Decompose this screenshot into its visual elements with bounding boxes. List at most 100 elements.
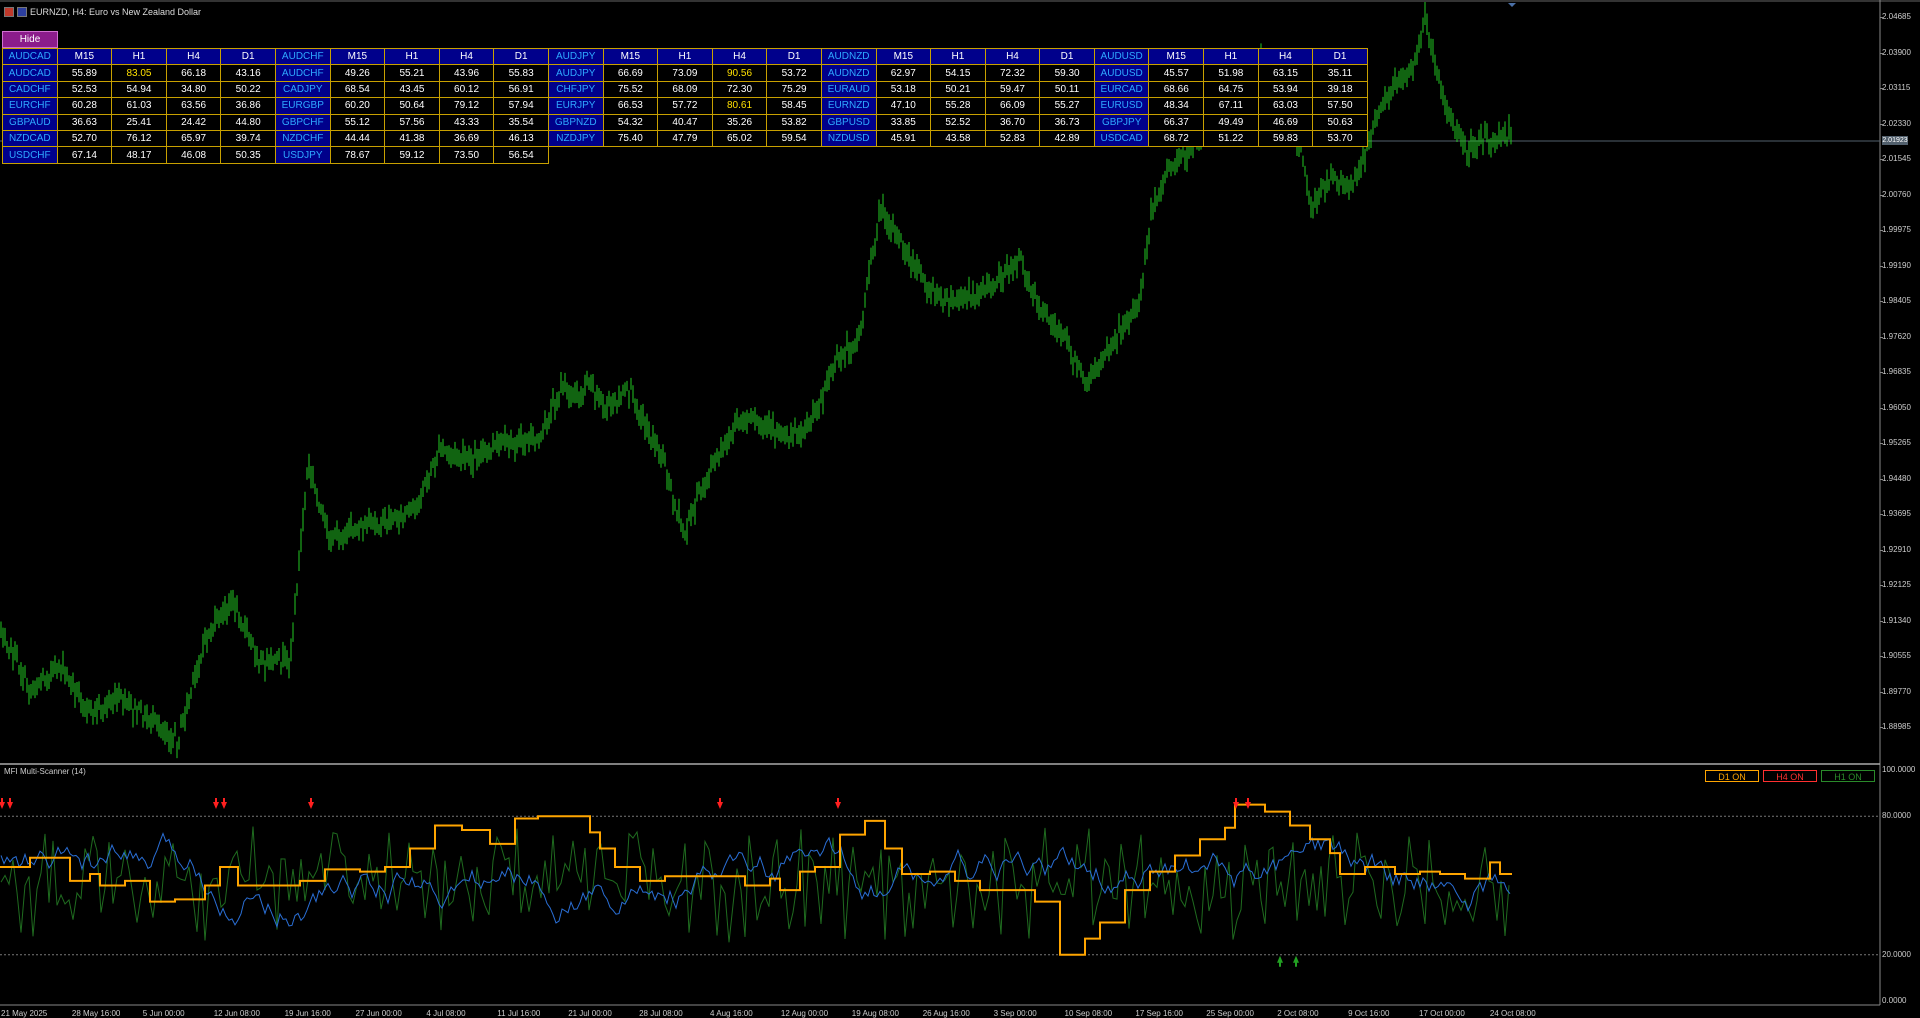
- scanner-value-cell: 67.14: [56, 146, 113, 164]
- scanner-value-cell: 55.28: [930, 97, 986, 115]
- scanner-row: USDCHF 67.14 48.17 46.08 50.35 USDJPY 78.67 59.…: [2, 146, 1368, 164]
- scanner-value-cell: 24.42: [165, 113, 222, 131]
- scanner-timeframe-header: D1: [493, 47, 549, 66]
- scanner-timeframe-header: H4: [1257, 47, 1314, 66]
- sell-signal-arrow: [213, 797, 219, 809]
- scanner-value-cell: 35.11: [1312, 64, 1368, 82]
- scanner-value-cell: 50.11: [1039, 80, 1095, 99]
- scanner-value-cell: 56.54: [493, 146, 549, 164]
- scanner-value-cell: 49.49: [1203, 113, 1259, 131]
- indicator-tick-label: 0.0000: [1882, 996, 1907, 1005]
- mfi-scanner-table: AUDCAD M15 H1 H4 D1 AUDCHF M15 H1 H4 D1 AUDJPY M15 H…: [2, 47, 1368, 164]
- price-tick-label: 1.97620: [1882, 331, 1911, 341]
- sell-signal-arrow: [308, 797, 314, 809]
- price-tick-label: 2.04685: [1882, 12, 1911, 21]
- scanner-pair-cell: NZDCAD: [2, 129, 58, 148]
- chart-shift-marker: [1508, 3, 1516, 7]
- scanner-value-cell: 75.52: [602, 80, 659, 99]
- scanner-value-cell: 54.15: [930, 64, 986, 82]
- sell-signal-arrow: [1233, 797, 1239, 809]
- hide-button[interactable]: Hide: [2, 31, 58, 48]
- price-tick: [1880, 265, 1883, 267]
- scanner-pair-cell: EURUSD: [1093, 97, 1150, 115]
- scanner-pair-cell: EURJPY: [547, 97, 604, 115]
- scanner-pair-cell: AUDCAD: [2, 64, 58, 82]
- scanner-value-cell: 73.50: [438, 146, 495, 164]
- scanner-pair-cell: AUDCHF: [274, 64, 331, 82]
- scanner-value-cell: 60.12: [438, 80, 495, 99]
- scanner-timeframe-header: D1: [766, 47, 822, 66]
- price-tick-label: 1.96835: [1882, 367, 1911, 376]
- scanner-value-cell: 33.85: [875, 113, 932, 131]
- scanner-value-cell: 36.86: [220, 97, 276, 115]
- h1-toggle-button[interactable]: H1 ON: [1821, 770, 1875, 782]
- scanner-value-cell: 65.02: [711, 129, 768, 148]
- scanner-value-cell: 66.69: [602, 64, 659, 82]
- price-tick-label: 2.03900: [1882, 47, 1911, 57]
- scanner-value-cell: 40.47: [657, 113, 713, 131]
- scanner-value-cell: 59.30: [1039, 64, 1095, 82]
- scanner-value-cell: 52.70: [56, 129, 113, 148]
- h4-toggle-button[interactable]: H4 ON: [1763, 770, 1817, 782]
- scanner-empty-cell: [1313, 147, 1368, 163]
- scanner-row: NZDCAD 52.70 76.12 65.97 39.74 NZDCHF 44.44 41.…: [2, 129, 1368, 148]
- scanner-pair-cell: EURCHF: [2, 97, 58, 115]
- scanner-timeframe-header: H1: [111, 47, 167, 66]
- scanner-timeframe-header: H1: [384, 47, 440, 66]
- scanner-value-cell: 52.53: [56, 80, 113, 99]
- price-tick-label: 1.99190: [1882, 260, 1911, 270]
- scanner-timeframe-header: M15: [56, 47, 113, 66]
- scanner-value-cell: 39.18: [1312, 80, 1368, 99]
- d1-toggle-button[interactable]: D1 ON: [1705, 770, 1759, 782]
- scanner-value-cell: 43.58: [930, 129, 986, 148]
- price-tick-label: 2.00760: [1882, 189, 1911, 199]
- scanner-value-cell: 55.21: [384, 64, 440, 82]
- scanner-empty-cell: [658, 147, 713, 163]
- scanner-timeframe-header: M15: [875, 47, 932, 66]
- scanner-value-cell: 76.12: [111, 129, 167, 148]
- scanner-value-cell: 90.56: [711, 64, 768, 82]
- scanner-pair-cell: CHFJPY: [547, 80, 604, 99]
- scanner-pair-cell: NZDUSD: [820, 129, 877, 148]
- scanner-value-cell: 60.20: [329, 97, 386, 115]
- sell-signal-arrow: [717, 797, 723, 809]
- scanner-value-cell: 36.70: [984, 113, 1041, 131]
- price-tick: [1880, 727, 1883, 728]
- scanner-value-cell: 36.63: [56, 113, 113, 131]
- scanner-value-cell: 43.16: [220, 64, 276, 82]
- scanner-value-cell: 53.18: [875, 80, 932, 99]
- scanner-value-cell: 50.22: [220, 80, 276, 99]
- indicator-title: MFI Multi-Scanner (14): [4, 767, 86, 776]
- scanner-value-cell: 50.64: [384, 97, 440, 115]
- scanner-value-cell: 44.44: [329, 129, 386, 148]
- scanner-empty-cell: [548, 147, 603, 163]
- price-tick: [1880, 52, 1883, 54]
- price-tick-label: 1.92910: [1882, 544, 1911, 554]
- scanner-value-cell: 42.89: [1039, 129, 1095, 148]
- price-tick-label: 1.91340: [1882, 615, 1911, 625]
- price-tick-label: 2.01545: [1882, 154, 1911, 163]
- scanner-value-cell: 65.97: [165, 129, 222, 148]
- scanner-row: CADCHF 52.53 54.94 34.80 50.22 CADJPY 68.54 43.…: [2, 80, 1368, 99]
- scanner-pair-cell: AUDUSD: [1093, 47, 1150, 66]
- scanner-value-cell: 50.35: [220, 146, 276, 164]
- price-tick-label: 1.88985: [1882, 722, 1911, 731]
- price-tick: [1880, 656, 1883, 657]
- scanner-pair-cell: GBPUSD: [820, 113, 877, 131]
- scanner-row: AUDCAD 55.89 83.05 66.18 43.16 AUDCHF 49.26 55.…: [2, 64, 1368, 82]
- scanner-value-cell: 80.61: [711, 97, 768, 115]
- scanner-value-cell: 72.32: [984, 64, 1041, 82]
- scanner-empty-cell: [603, 147, 658, 163]
- scanner-pair-cell: USDCAD: [1093, 129, 1150, 148]
- sell-signal-arrow: [835, 797, 841, 809]
- price-tick: [1880, 159, 1883, 160]
- scanner-pair-cell: GBPNZD: [547, 113, 604, 131]
- price-tick: [1880, 123, 1883, 125]
- price-tick: [1880, 230, 1883, 231]
- scanner-value-cell: 63.03: [1257, 97, 1314, 115]
- scanner-empty-cell: [985, 147, 1040, 163]
- scanner-empty-cell: [931, 147, 986, 163]
- scanner-value-cell: 79.12: [438, 97, 495, 115]
- scanner-pair-cell: AUDJPY: [547, 64, 604, 82]
- scanner-value-cell: 67.11: [1203, 97, 1259, 115]
